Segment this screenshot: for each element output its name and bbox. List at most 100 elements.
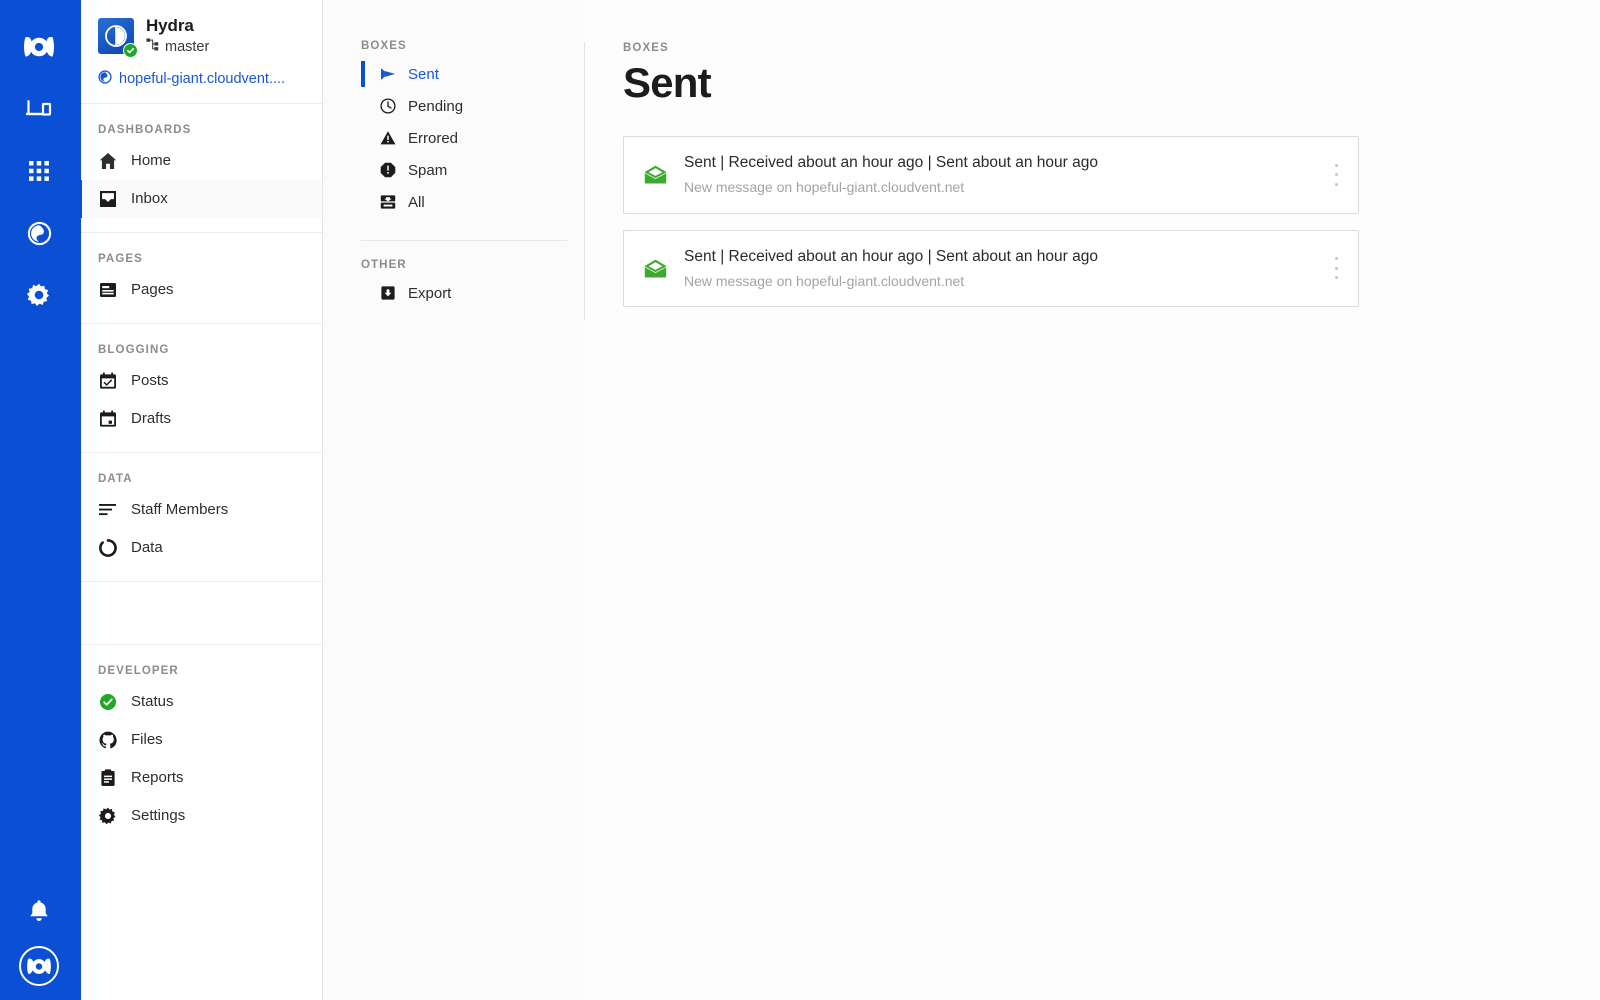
sidebar-item-status[interactable]: Status	[78, 683, 322, 721]
apps-grid-icon[interactable]	[0, 140, 78, 202]
nav-group-developer: DEVELOPER Status	[78, 644, 322, 849]
page-icon	[98, 280, 118, 300]
sidebar-item-settings[interactable]: Settings	[78, 797, 322, 835]
site-identity[interactable]: Hydra master	[98, 16, 302, 56]
box-item-all[interactable]: All	[361, 186, 567, 218]
nav-group-title-dashboards: DASHBOARDS	[78, 104, 322, 142]
globe-icon[interactable]	[0, 202, 78, 264]
gear-icon	[98, 806, 118, 826]
sidebar-item-label-files: Files	[131, 732, 163, 747]
clock-icon	[379, 98, 396, 115]
box-item-label-export: Export	[408, 285, 451, 302]
nav-group-dashboards: DASHBOARDS Home	[78, 104, 322, 233]
clipboard-icon	[98, 768, 118, 788]
globe-small-icon	[98, 70, 112, 89]
sidebar-nav: Hydra master	[78, 0, 323, 1000]
gear-icon[interactable]	[0, 264, 78, 326]
icon-rail-top-group	[0, 0, 78, 326]
message-title: Sent | Received about an hour ago | Sent…	[684, 153, 1328, 173]
sidebar-item-drafts[interactable]: Drafts	[78, 400, 322, 438]
home-icon	[98, 151, 118, 171]
calendar-check-icon	[98, 371, 118, 391]
notifications-bell-icon[interactable]	[0, 890, 78, 932]
exclamation-octagon-icon	[379, 162, 396, 179]
devices-icon[interactable]	[0, 78, 78, 140]
site-logo-icon	[98, 18, 134, 54]
github-icon	[98, 730, 118, 750]
sidebar-item-reports[interactable]: Reports	[78, 759, 322, 797]
message-subtitle: New message on hopeful-giant.cloudvent.n…	[684, 178, 1328, 196]
sidebar-item-label-settings: Settings	[131, 808, 185, 823]
box-item-export[interactable]: Export	[361, 277, 567, 309]
sidebar-item-label-pages: Pages	[131, 282, 174, 297]
sidebar-item-label-inbox: Inbox	[131, 191, 168, 206]
box-item-label-spam: Spam	[408, 162, 447, 179]
box-item-errored[interactable]: Errored	[361, 122, 567, 154]
box-item-label-errored: Errored	[408, 130, 458, 147]
open-envelope-icon	[642, 259, 668, 278]
sidebar-item-files[interactable]: Files	[78, 721, 322, 759]
status-check-circle-icon	[98, 692, 118, 712]
inbox-tray-icon	[379, 194, 396, 211]
app-logo-icon[interactable]	[0, 16, 78, 78]
box-item-pending[interactable]: Pending	[361, 90, 567, 122]
nav-group-title-blogging: BLOGGING	[78, 324, 322, 362]
sidebar-item-staff-members[interactable]: Staff Members	[78, 491, 322, 529]
message-row[interactable]: Sent | Received about an hour ago | Sent…	[623, 136, 1359, 213]
box-item-label-all: All	[408, 194, 425, 211]
message-list: Sent | Received about an hour ago | Sent…	[623, 136, 1359, 307]
sidebar-item-pages[interactable]: Pages	[78, 271, 322, 309]
box-item-label-pending: Pending	[408, 98, 463, 115]
boxes-divider	[361, 240, 567, 241]
message-title: Sent | Received about an hour ago | Sent…	[684, 247, 1328, 267]
nav-group-title-developer: DEVELOPER	[78, 645, 322, 683]
list-lines-icon	[98, 500, 118, 520]
app-root: Hydra master	[0, 0, 1600, 1000]
box-item-sent[interactable]: Sent	[361, 58, 567, 90]
inbox-icon	[98, 189, 118, 209]
nav-group-title-pages: PAGES	[78, 233, 322, 271]
boxes-column: BOXES Sent Pending	[323, 0, 585, 1000]
sidebar-item-label-drafts: Drafts	[131, 411, 171, 426]
sidebar-item-label-data: Data	[131, 540, 163, 555]
open-envelope-icon	[642, 165, 668, 184]
sidebar-item-label-reports: Reports	[131, 770, 184, 785]
sidebar-item-label-home: Home	[131, 153, 171, 168]
box-item-spam[interactable]: Spam	[361, 154, 567, 186]
export-icon	[379, 285, 396, 302]
message-body: Sent | Received about an hour ago | Sent…	[684, 247, 1328, 290]
site-name: Hydra	[146, 16, 209, 36]
site-branch-label: master	[165, 39, 209, 55]
kebab-menu-icon[interactable]	[1328, 164, 1344, 186]
kebab-menu-icon[interactable]	[1328, 257, 1344, 279]
icon-rail	[0, 0, 78, 1000]
icon-rail-bottom-group	[0, 890, 78, 986]
site-url-row[interactable]: hopeful-giant.cloudvent....	[98, 70, 302, 89]
sidebar-item-label-posts: Posts	[131, 373, 169, 388]
sidebar-item-posts[interactable]: Posts	[78, 362, 322, 400]
nav-group-pages: PAGES Pages	[78, 233, 322, 324]
message-row[interactable]: Sent | Received about an hour ago | Sent…	[623, 230, 1359, 307]
donut-icon	[98, 538, 118, 558]
sidebar-item-data[interactable]: Data	[78, 529, 322, 567]
site-branch-row: master	[146, 38, 209, 56]
site-text-block: Hydra master	[146, 16, 209, 56]
sidebar-item-home[interactable]: Home	[78, 142, 322, 180]
page-title: Sent	[623, 60, 1600, 106]
calendar-draft-icon	[98, 409, 118, 429]
main-content: BOXES Sent Sent | Received about an hour…	[585, 0, 1600, 1000]
message-body: Sent | Received about an hour ago | Sent…	[684, 153, 1328, 196]
nav-group-data: DATA Staff Members	[78, 453, 322, 582]
page-eyebrow: BOXES	[623, 42, 1600, 54]
warning-triangle-icon	[379, 130, 396, 147]
sidebar-item-label-status: Status	[131, 694, 174, 709]
sidebar-item-inbox[interactable]: Inbox	[78, 180, 322, 218]
message-subtitle: New message on hopeful-giant.cloudvent.n…	[684, 272, 1328, 290]
nav-spacer	[78, 582, 322, 644]
site-url-link[interactable]: hopeful-giant.cloudvent....	[119, 71, 285, 87]
nav-group-title-data: DATA	[78, 453, 322, 491]
user-avatar[interactable]	[19, 946, 59, 986]
boxes-other-list: OTHER Export	[323, 259, 585, 309]
box-item-label-sent: Sent	[408, 66, 439, 83]
sidebar-site-header: Hydra master	[78, 0, 322, 104]
